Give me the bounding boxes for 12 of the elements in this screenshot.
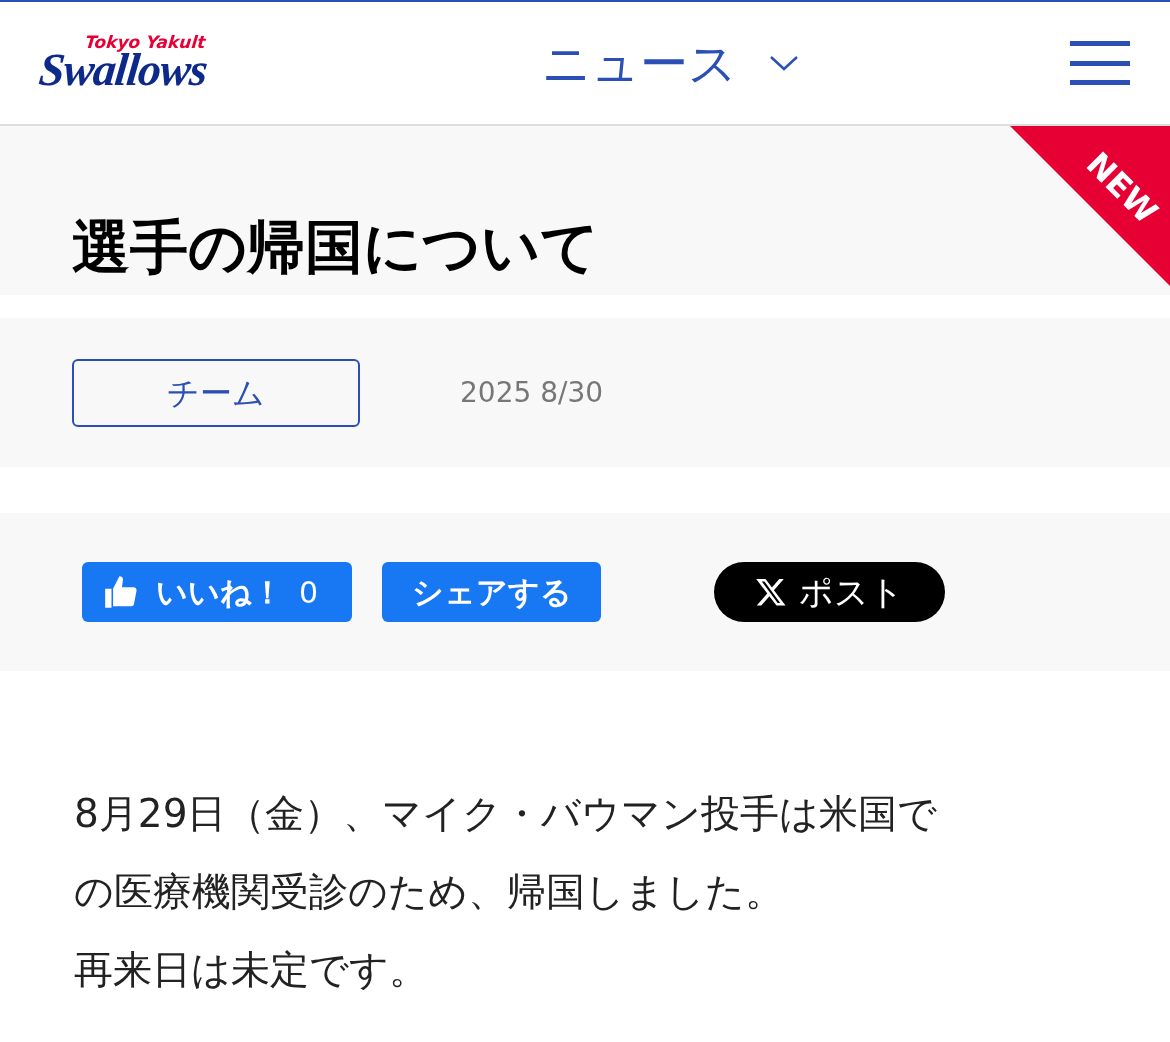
menu-icon[interactable] [1070, 41, 1130, 85]
like-button[interactable]: いいね！ 0 [82, 562, 352, 622]
post-button[interactable]: ポスト [714, 562, 945, 622]
section-menu[interactable]: ニュース [542, 27, 800, 99]
category-tag[interactable]: チーム [72, 358, 360, 427]
x-logo-icon [755, 576, 787, 608]
article-paragraph: 再来日は未定です。 [74, 946, 429, 994]
chevron-icon [769, 54, 800, 72]
article-paragraph: 8月29日（金）、マイク・バウマン投手は米国での医療機関受診のため、帰国しました。 [74, 790, 939, 916]
article-title: 選手の帰国について [72, 211, 599, 283]
share-button[interactable]: シェアする [382, 562, 601, 622]
publish-date: 2025 8/30 [460, 374, 604, 411]
